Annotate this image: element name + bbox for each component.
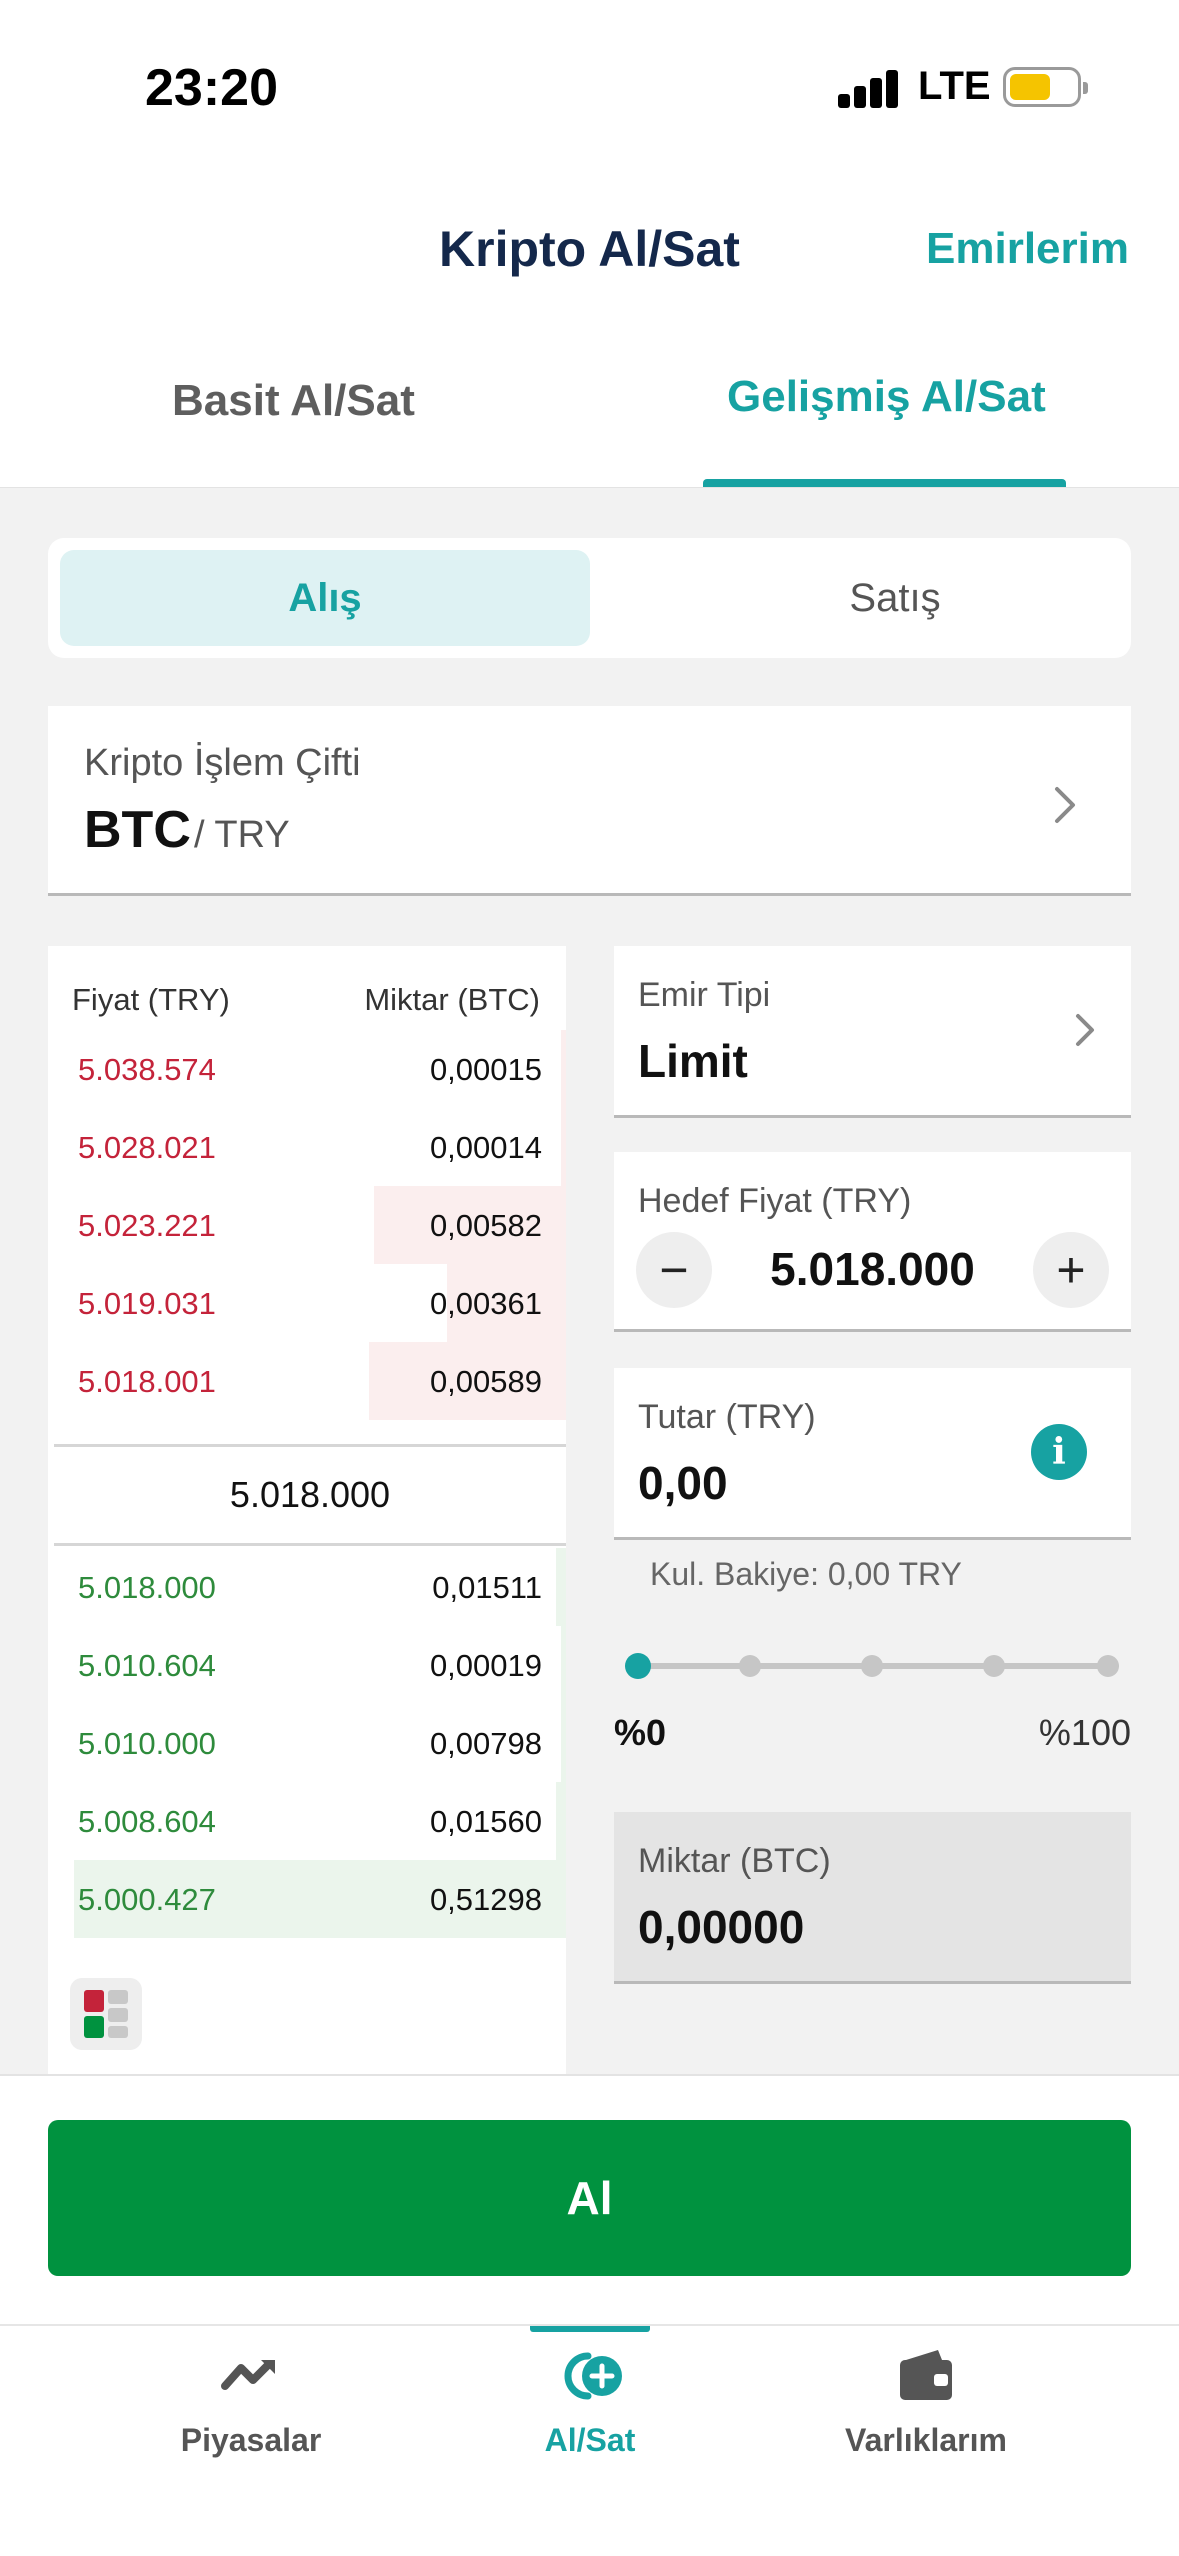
tab-basic-trade[interactable]: Basit Al/Sat: [172, 376, 415, 426]
depth-bar: [561, 1704, 566, 1782]
bid-price: 5.010.000: [78, 1726, 216, 1761]
quantity-value: 0,00000: [638, 1901, 805, 1953]
buy-sell-icon: [564, 2352, 622, 2400]
trade-mode-tabs: Basit Al/Sat Gelişmiş Al/Sat: [0, 320, 1179, 488]
segment-sell[interactable]: Satış: [630, 550, 1160, 646]
active-tab-indicator: [703, 479, 1066, 487]
ask-quantity: 0,00582: [429, 1208, 542, 1243]
amount-label: Tutar (TRY): [638, 1398, 816, 1436]
order-type-selector[interactable]: Emir Tipi Limit: [614, 946, 1131, 1118]
quantity-field: Miktar (BTC) 0,00000: [614, 1812, 1131, 1984]
chevron-right-icon: [1053, 782, 1077, 837]
slider-max-label: %100: [1038, 1712, 1131, 1753]
ask-quantity: 0,00015: [429, 1052, 542, 1087]
quantity-label: Miktar (BTC): [638, 1842, 831, 1880]
pair-quote: / TRY: [194, 814, 290, 856]
order-type-value: Limit: [638, 1035, 748, 1087]
ask-price: 5.028.021: [78, 1130, 216, 1165]
buy-button[interactable]: Al: [48, 2120, 1131, 2276]
ask-quantity: 0,00361: [429, 1286, 542, 1321]
status-time: 23:20: [145, 59, 278, 117]
target-price-label: Hedef Fiyat (TRY): [638, 1182, 912, 1220]
bid-price: 5.000.427: [78, 1882, 216, 1917]
wallet-icon: [900, 2350, 952, 2400]
nav-label-markets: Piyasalar: [180, 2422, 322, 2458]
slider-step-50[interactable]: [861, 1655, 883, 1677]
ask-quantity: 0,00014: [429, 1130, 542, 1165]
bid-quantity: 0,00798: [429, 1726, 542, 1761]
bottom-navigation: Piyasalar Al/Sat Varlıklarım: [0, 2324, 1179, 2556]
slider-step-100[interactable]: [1097, 1655, 1119, 1677]
amount-field[interactable]: Tutar (TRY) 0,00 i: [614, 1368, 1131, 1540]
bid-row[interactable]: 5.000.427 0,51298: [48, 1860, 566, 1938]
network-type: LTE: [918, 64, 991, 108]
bid-quantity: 0,51298: [429, 1882, 542, 1917]
chevron-right-icon: [1075, 1012, 1095, 1057]
ask-price: 5.023.221: [78, 1208, 216, 1243]
info-icon[interactable]: i: [1031, 1424, 1087, 1480]
my-orders-link[interactable]: Emirlerim: [926, 224, 1129, 274]
status-bar: 23:20 LTE: [0, 0, 1179, 170]
bid-quantity: 0,00019: [429, 1648, 542, 1683]
nav-label-assets: Varlıklarım: [845, 2422, 1007, 2458]
battery-icon: [1003, 67, 1088, 107]
available-balance: Kul. Bakiye: 0,00 TRY: [650, 1556, 962, 1592]
ask-price: 5.019.031: [78, 1286, 216, 1321]
bid-row[interactable]: 5.018.000 0,01511: [48, 1548, 566, 1626]
depth-bar: [556, 1548, 566, 1626]
price-column-header: Fiyat (TRY): [72, 982, 230, 1017]
depth-bar: [561, 1626, 566, 1704]
pair-base: BTC: [84, 801, 191, 859]
mid-price[interactable]: 5.018.000: [54, 1444, 566, 1546]
nav-item-assets[interactable]: Varlıklarım: [776, 2326, 1076, 2526]
bid-quantity: 0,01511: [432, 1570, 542, 1605]
nav-item-buy-sell[interactable]: Al/Sat: [440, 2326, 740, 2526]
depth-bar: [561, 1108, 566, 1186]
slider-min-label: %0: [614, 1712, 667, 1753]
order-book: Fiyat (TRY) Miktar (BTC) 5.038.574 0,000…: [48, 946, 566, 2074]
ask-row[interactable]: 5.038.574 0,00015: [48, 1030, 566, 1108]
order-book-view-toggle-icon[interactable]: [70, 1978, 142, 2050]
increase-price-button[interactable]: +: [1033, 1232, 1109, 1308]
bid-price: 5.008.604: [78, 1804, 216, 1839]
action-area: Al: [0, 2074, 1179, 2324]
nav-label-buy-sell: Al/Sat: [544, 2422, 636, 2458]
buy-sell-segment: Alış Satış: [48, 538, 1131, 658]
bid-price: 5.010.604: [78, 1648, 216, 1683]
bid-row[interactable]: 5.010.000 0,00798: [48, 1704, 566, 1782]
ask-row[interactable]: 5.019.031 0,00361: [48, 1264, 566, 1342]
nav-item-markets[interactable]: Piyasalar: [101, 2326, 401, 2526]
segment-buy[interactable]: Alış: [60, 550, 590, 646]
pair-label: Kripto İşlem Çifti: [84, 742, 361, 784]
order-type-label: Emir Tipi: [638, 976, 771, 1014]
cellular-signal-icon: [838, 68, 900, 108]
header: Kripto Al/Sat Emirlerim: [0, 170, 1179, 320]
ask-quantity: 0,00589: [429, 1364, 542, 1399]
crypto-pair-selector[interactable]: Kripto İşlem Çifti BTC / TRY: [48, 706, 1131, 896]
amount-input[interactable]: 0,00: [638, 1456, 728, 1510]
ask-price: 5.038.574: [78, 1052, 216, 1087]
slider-step-75[interactable]: [983, 1655, 1005, 1677]
ask-price: 5.018.001: [78, 1364, 216, 1399]
bid-price: 5.018.000: [78, 1570, 216, 1605]
slider-step-25[interactable]: [739, 1655, 761, 1677]
bid-quantity: 0,01560: [429, 1804, 542, 1839]
bid-row[interactable]: 5.010.604 0,00019: [48, 1626, 566, 1704]
ask-row[interactable]: 5.023.221 0,00582: [48, 1186, 566, 1264]
amount-percentage-slider[interactable]: [625, 1640, 1119, 1690]
depth-bar: [561, 1030, 566, 1108]
tab-advanced-trade[interactable]: Gelişmiş Al/Sat: [727, 372, 1046, 422]
depth-bar: [556, 1782, 566, 1860]
target-price-field: Hedef Fiyat (TRY) − 5.018.000 +: [614, 1152, 1131, 1332]
quantity-column-header: Miktar (BTC): [364, 982, 540, 1017]
slider-thumb[interactable]: [625, 1653, 651, 1679]
ask-row[interactable]: 5.028.021 0,00014: [48, 1108, 566, 1186]
bid-row[interactable]: 5.008.604 0,01560: [48, 1782, 566, 1860]
market-trend-icon: [221, 2360, 275, 2390]
ask-row[interactable]: 5.018.001 0,00589: [48, 1342, 566, 1420]
